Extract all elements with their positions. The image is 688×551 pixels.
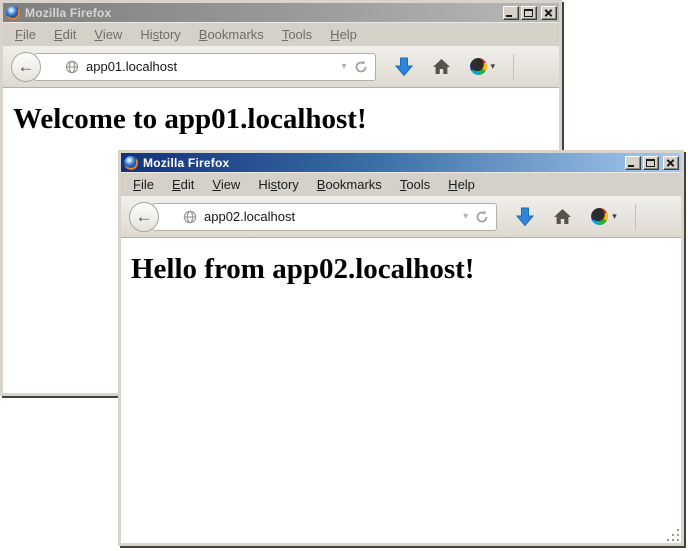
url-text[interactable]: app02.localhost [204, 209, 456, 224]
chevron-down-icon: ▾ [491, 61, 496, 72]
minimize-icon [506, 15, 512, 17]
page-heading: Hello from app02.localhost! [131, 253, 681, 286]
maximize-icon [524, 9, 533, 17]
download-arrow-icon [395, 57, 413, 77]
home-button[interactable] [553, 208, 572, 225]
reload-icon[interactable] [475, 210, 489, 224]
window-title: Mozilla Firefox [25, 6, 501, 20]
menu-history[interactable]: History [249, 174, 307, 195]
maximize-button[interactable] [521, 6, 537, 20]
titlebar[interactable]: Mozilla Firefox [121, 153, 681, 172]
resize-grip[interactable] [666, 528, 679, 541]
menu-edit[interactable]: Edit [163, 174, 203, 195]
menu-tools[interactable]: Tools [391, 174, 439, 195]
back-arrow-icon: ← [136, 207, 153, 227]
back-button[interactable]: ← [11, 52, 41, 82]
menu-help[interactable]: Help [439, 174, 484, 195]
globe-icon [183, 210, 197, 224]
menu-bookmarks[interactable]: Bookmarks [190, 24, 273, 45]
url-dropdown-icon[interactable]: ▾ [456, 211, 475, 222]
url-dropdown-icon[interactable]: ▾ [334, 61, 353, 72]
menu-file[interactable]: File [124, 174, 163, 195]
page-heading: Welcome to app01.localhost! [13, 103, 559, 136]
menu-view[interactable]: View [203, 174, 249, 195]
menu-bar: File Edit View History Bookmarks Tools H… [121, 172, 681, 196]
download-button[interactable] [516, 207, 534, 227]
menu-edit[interactable]: Edit [45, 24, 85, 45]
maximize-button[interactable] [643, 156, 659, 170]
back-button[interactable]: ← [129, 202, 159, 232]
browser-window-app02[interactable]: Mozilla Firefox File Edit View History B… [118, 150, 684, 546]
home-icon [432, 58, 451, 75]
url-text[interactable]: app01.localhost [86, 59, 334, 74]
colorwheel-icon [591, 208, 608, 225]
firefox-logo-icon [6, 6, 20, 20]
window-title: Mozilla Firefox [143, 156, 623, 170]
globe-icon [65, 60, 79, 74]
addon-button[interactable]: ▾ [591, 208, 617, 225]
navigation-toolbar: ← app02.localhost ▾ ▾ [121, 196, 681, 238]
close-button[interactable] [663, 156, 679, 170]
menu-file[interactable]: File [6, 24, 45, 45]
colorwheel-icon [470, 58, 487, 75]
firefox-logo-icon [124, 156, 138, 170]
menu-history[interactable]: History [131, 24, 189, 45]
page-content: Hello from app02.localhost! [121, 238, 681, 543]
back-arrow-icon: ← [18, 57, 35, 77]
menu-bookmarks[interactable]: Bookmarks [308, 174, 391, 195]
chevron-down-icon: ▾ [612, 211, 617, 222]
download-button[interactable] [395, 57, 413, 77]
url-bar[interactable]: app01.localhost ▾ [34, 53, 376, 81]
menu-bar: File Edit View History Bookmarks Tools H… [3, 22, 559, 46]
titlebar[interactable]: Mozilla Firefox [3, 3, 559, 22]
toolbar-separator [635, 204, 636, 230]
menu-tools[interactable]: Tools [273, 24, 321, 45]
menu-help[interactable]: Help [321, 24, 366, 45]
download-arrow-icon [516, 207, 534, 227]
home-button[interactable] [432, 58, 451, 75]
maximize-icon [646, 159, 655, 167]
reload-icon[interactable] [354, 60, 368, 74]
minimize-button[interactable] [503, 6, 519, 20]
home-icon [553, 208, 572, 225]
addon-button[interactable]: ▾ [470, 58, 496, 75]
url-bar[interactable]: app02.localhost ▾ [152, 203, 497, 231]
minimize-button[interactable] [625, 156, 641, 170]
close-button[interactable] [541, 6, 557, 20]
toolbar-separator [513, 54, 514, 80]
menu-view[interactable]: View [85, 24, 131, 45]
minimize-icon [628, 165, 634, 167]
navigation-toolbar: ← app01.localhost ▾ ▾ [3, 46, 559, 88]
